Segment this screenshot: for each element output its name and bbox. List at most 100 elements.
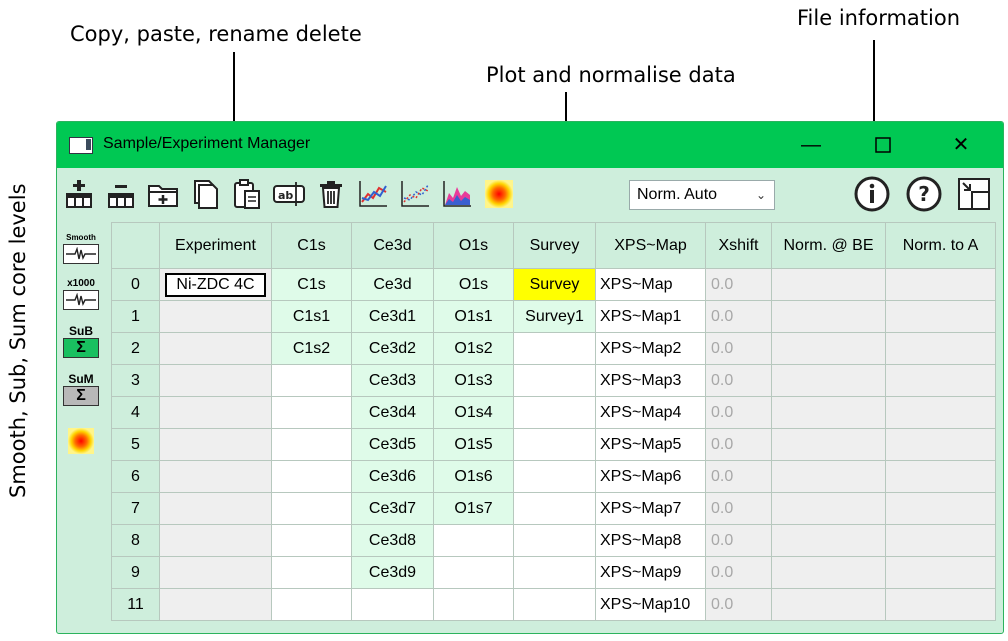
area-plot-button[interactable] xyxy=(439,176,475,212)
table-cell[interactable] xyxy=(159,588,272,621)
table-cell[interactable]: XPS~Map10 xyxy=(595,588,706,621)
table-cell[interactable] xyxy=(271,524,352,557)
table-cell[interactable]: XPS~Map9 xyxy=(595,556,706,589)
table-cell[interactable]: Ce3d6 xyxy=(351,460,434,493)
table-cell[interactable] xyxy=(351,588,434,621)
table-cell[interactable] xyxy=(433,588,514,621)
row-header[interactable]: 0 xyxy=(111,268,160,301)
row-header[interactable]: 5 xyxy=(111,428,160,461)
row-header[interactable]: 1 xyxy=(111,300,160,333)
table-cell[interactable]: Ce3d8 xyxy=(351,524,434,557)
table-cell[interactable]: XPS~Map5 xyxy=(595,428,706,461)
table-cell[interactable]: Ce3d3 xyxy=(351,364,434,397)
file-info-button[interactable] xyxy=(853,176,891,212)
table-cell[interactable] xyxy=(771,460,886,493)
table-cell[interactable]: Ce3d1 xyxy=(351,300,434,333)
table-cell[interactable]: O1s5 xyxy=(433,428,514,461)
table-cell[interactable] xyxy=(885,364,996,397)
table-cell[interactable] xyxy=(771,396,886,429)
table-cell[interactable] xyxy=(271,364,352,397)
row-header[interactable]: 7 xyxy=(111,492,160,525)
table-cell[interactable] xyxy=(271,556,352,589)
xshift-cell[interactable]: 0.0 xyxy=(705,396,772,429)
table-cell[interactable] xyxy=(271,396,352,429)
table-cell[interactable]: O1s3 xyxy=(433,364,514,397)
xshift-cell[interactable]: 0.0 xyxy=(705,428,772,461)
table-cell[interactable] xyxy=(513,588,596,621)
add-row-button[interactable] xyxy=(61,176,97,212)
xshift-cell[interactable]: 0.0 xyxy=(705,364,772,397)
table-cell[interactable]: XPS~Map4 xyxy=(595,396,706,429)
table-cell[interactable] xyxy=(771,268,886,301)
table-cell[interactable] xyxy=(771,332,886,365)
row-header[interactable]: 6 xyxy=(111,460,160,493)
delete-button[interactable] xyxy=(313,176,349,212)
table-cell[interactable]: C1s1 xyxy=(271,300,352,333)
table-cell[interactable]: Ce3d9 xyxy=(351,556,434,589)
table-cell[interactable] xyxy=(885,332,996,365)
table-cell[interactable]: O1s2 xyxy=(433,332,514,365)
table-cell[interactable]: XPS~Map1 xyxy=(595,300,706,333)
minimize-button[interactable]: — xyxy=(791,130,831,160)
table-cell[interactable] xyxy=(771,524,886,557)
table-cell[interactable] xyxy=(771,364,886,397)
table-cell[interactable] xyxy=(159,460,272,493)
table-cell[interactable] xyxy=(771,556,886,589)
table-cell[interactable]: Survey1 xyxy=(513,300,596,333)
table-cell[interactable]: Ce3d4 xyxy=(351,396,434,429)
table-cell[interactable]: XPS~Map6 xyxy=(595,460,706,493)
xshift-cell[interactable]: 0.0 xyxy=(705,524,772,557)
column-header[interactable]: Xshift xyxy=(705,222,772,269)
table-cell[interactable] xyxy=(271,460,352,493)
table-cell[interactable] xyxy=(885,460,996,493)
xshift-cell[interactable]: 0.0 xyxy=(705,332,772,365)
x1000-button[interactable]: x1000 xyxy=(60,278,102,310)
table-cell[interactable] xyxy=(159,492,272,525)
table-cell[interactable]: C1s xyxy=(271,268,352,301)
table-cell[interactable]: C1s2 xyxy=(271,332,352,365)
column-header[interactable]: O1s xyxy=(433,222,514,269)
column-header[interactable]: Experiment xyxy=(159,222,272,269)
remove-row-button[interactable] xyxy=(103,176,139,212)
table-cell[interactable] xyxy=(271,588,352,621)
table-cell[interactable] xyxy=(159,300,272,333)
paste-button[interactable] xyxy=(229,176,265,212)
help-button[interactable]: ? xyxy=(905,176,943,212)
table-cell[interactable] xyxy=(159,396,272,429)
table-cell[interactable]: Ce3d7 xyxy=(351,492,434,525)
table-cell[interactable] xyxy=(513,556,596,589)
table-cell[interactable]: XPS~Map2 xyxy=(595,332,706,365)
table-cell[interactable] xyxy=(271,428,352,461)
sum-button[interactable]: SuM Σ xyxy=(60,373,102,406)
copy-button[interactable] xyxy=(187,176,223,212)
maximize-button[interactable] xyxy=(863,130,903,160)
table-cell[interactable] xyxy=(513,492,596,525)
row-header[interactable]: 8 xyxy=(111,524,160,557)
row-header[interactable]: 3 xyxy=(111,364,160,397)
table-cell[interactable]: O1s xyxy=(433,268,514,301)
table-cell[interactable]: Ce3d2 xyxy=(351,332,434,365)
xshift-cell[interactable]: 0.0 xyxy=(705,556,772,589)
column-header[interactable]: XPS~Map xyxy=(595,222,706,269)
table-cell[interactable] xyxy=(433,524,514,557)
plot-normalised-button[interactable] xyxy=(397,176,433,212)
table-cell[interactable] xyxy=(433,556,514,589)
table-cell[interactable]: XPS~Map8 xyxy=(595,524,706,557)
normalisation-select[interactable]: Norm. Auto ⌄ xyxy=(629,180,775,210)
table-cell[interactable] xyxy=(159,332,272,365)
title-bar[interactable]: Sample/Experiment Manager — ✕ xyxy=(57,122,1003,168)
table-cell[interactable] xyxy=(513,396,596,429)
table-cell[interactable] xyxy=(159,428,272,461)
row-header[interactable]: 9 xyxy=(111,556,160,589)
table-cell[interactable] xyxy=(771,588,886,621)
row-header[interactable]: 11 xyxy=(111,588,160,621)
table-cell[interactable]: O1s4 xyxy=(433,396,514,429)
table-cell[interactable] xyxy=(771,300,886,333)
table-cell[interactable] xyxy=(885,556,996,589)
column-header[interactable]: Survey xyxy=(513,222,596,269)
table-cell[interactable] xyxy=(885,588,996,621)
sidebar-heatmap-button[interactable] xyxy=(60,424,102,463)
table-cell[interactable] xyxy=(885,492,996,525)
smooth-button[interactable]: Smooth xyxy=(60,232,102,264)
xshift-cell[interactable]: 0.0 xyxy=(705,588,772,621)
